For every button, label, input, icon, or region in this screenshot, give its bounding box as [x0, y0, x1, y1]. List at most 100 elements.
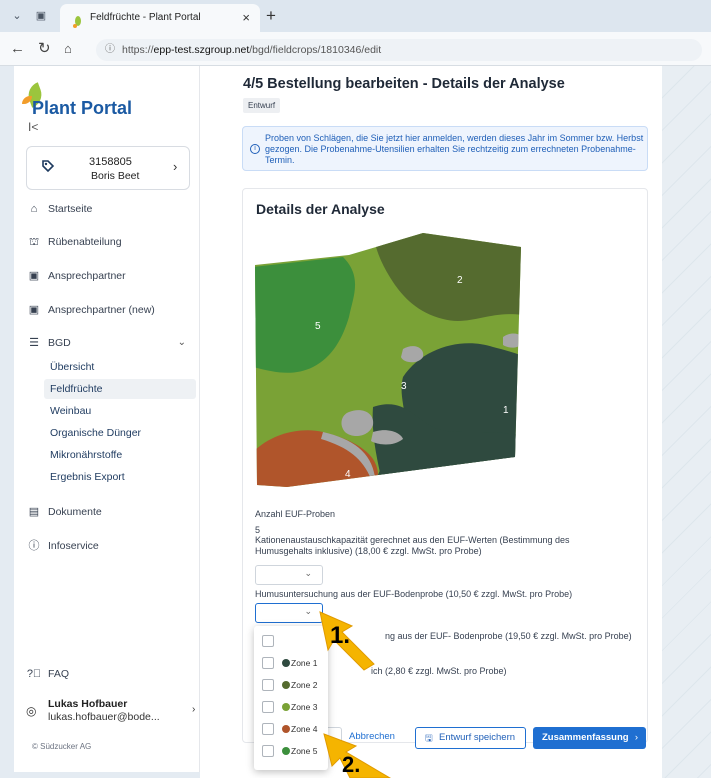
sidebar-item-ansprechpartner[interactable]: ▣ Ansprechpartner [26, 265, 196, 287]
humus-label: Humusuntersuchung aus der EUF-Bodenprobe… [255, 589, 573, 599]
dropdown-option-zone-2[interactable]: Zone 2 [262, 678, 326, 696]
chevron-right-icon: › [173, 159, 178, 174]
option-label: Zone 5 [291, 746, 318, 756]
info-banner: i Proben von Schlägen, die Sie jetzt hie… [242, 126, 648, 171]
sidebar-item-ansprechpartner-new[interactable]: ▣ Ansprechpartner (new) [26, 299, 196, 321]
plant-favicon-icon [72, 12, 84, 28]
chevron-right-icon: › [634, 732, 638, 743]
sidebar-sub-mikronaehrstoffe[interactable]: Mikronährstoffe [44, 445, 194, 465]
browser-tab[interactable]: Feldfrüchte - Plant Portal × [60, 4, 260, 32]
zone-label-4: 4 [345, 469, 351, 480]
url-path: /bgd/fieldcrops/1810346/edit [249, 44, 382, 56]
sidebar-item-faq[interactable]: ?⃝ FAQ [26, 663, 196, 685]
sidebar-sub-organische-duenger[interactable]: Organische Dünger [44, 423, 194, 443]
third-analysis-label: ng aus der EUF- Bodenprobe (19,50 € zzgl… [385, 631, 632, 641]
database-icon: ☰ [29, 337, 39, 349]
option-label: Zone 3 [291, 702, 318, 712]
sidebar-item-label: FAQ [48, 668, 70, 680]
new-tab-icon[interactable]: + [266, 4, 276, 28]
zone-color-dot [282, 747, 290, 755]
document-icon: ▤ [28, 506, 40, 518]
sidebar-sub-ergebnis-export[interactable]: Ergebnis Export [44, 467, 194, 487]
reload-icon[interactable]: ↻ [38, 39, 51, 59]
gray-patch [503, 333, 521, 348]
back-icon[interactable]: ← [10, 39, 25, 59]
tag-icon [41, 159, 55, 176]
contact-icon: ▣ [28, 304, 40, 316]
anzahl-label: Anzahl EUF-Proben [255, 509, 336, 519]
kak-label: Kationenaustauschkapazität gerechnet aus… [255, 535, 570, 556]
home-browser-icon[interactable]: ⌂ [64, 39, 72, 59]
address-bar[interactable]: ⓘ https://epp-test.szgroup.net/bgd/field… [96, 39, 702, 61]
zone-label-2: 2 [457, 275, 463, 286]
contact-icon: ▣ [28, 270, 40, 282]
checkbox[interactable] [262, 745, 274, 757]
zone-label-1: 1 [503, 405, 509, 416]
page-title: 4/5 Bestellung bearbeiten - Details der … [243, 76, 565, 92]
workspaces-icon[interactable]: ▣ [30, 6, 52, 26]
annotation-step-2: 2. [342, 752, 361, 777]
checkbox[interactable] [262, 679, 274, 691]
user-icon: ◎ [26, 704, 37, 718]
summary-label: Zusammenfassung [542, 732, 629, 743]
annotation-step-1: 1. [330, 622, 351, 649]
chevron-right-icon: › [192, 704, 196, 715]
page-background [662, 66, 711, 778]
option-label: Zone 4 [291, 724, 318, 734]
tab-list-icon[interactable]: ⌄ [6, 6, 28, 26]
sidebar-item-label: Dokumente [48, 506, 102, 518]
sidebar-item-bgd[interactable]: ☰ BGD ⌄ [26, 332, 196, 354]
account-name: Boris Beet [91, 170, 140, 182]
checkbox[interactable] [262, 701, 274, 713]
checkbox[interactable] [262, 723, 274, 735]
summary-button[interactable]: Zusammenfassung › [533, 727, 646, 749]
sidebar-item-label: BGD [48, 337, 71, 349]
sidebar-item-label: Ansprechpartner [48, 270, 126, 282]
dropdown-option-zone-3[interactable]: Zone 3 [262, 700, 326, 718]
sidebar-item-label: Infoservice [48, 540, 99, 552]
chevron-down-icon: ⌄ [304, 606, 312, 616]
info-text: Proben von Schlägen, die Sie jetzt hier … [265, 133, 644, 165]
dropdown-option-zone-5[interactable]: Zone 5 [262, 744, 326, 762]
chevron-down-icon: ⌄ [304, 568, 312, 578]
info-lock-icon: ⓘ [105, 44, 115, 55]
kak-zone-select[interactable]: ⌄ [255, 565, 323, 585]
plant-portal-logo[interactable]: Plant Portal [22, 82, 176, 124]
status-badge: Entwurf [243, 98, 281, 113]
zone-label-5: 5 [315, 321, 321, 332]
sidebar-item-infoservice[interactable]: ⓘ Infoservice [26, 535, 196, 557]
sidebar-sub-uebersicht[interactable]: Übersicht [44, 357, 194, 377]
zone-color-dot [282, 659, 290, 667]
sidebar-item-startseite[interactable]: ⌂ Startseite [26, 198, 196, 220]
user-menu[interactable]: ◎ Lukas Hofbauer lukas.hofbauer@bode... … [26, 698, 196, 728]
sidebar-item-label: Startseite [48, 203, 93, 215]
save-draft-button[interactable]: 🖫 Entwurf speichern [415, 727, 526, 749]
url-prefix: https:// [122, 44, 154, 56]
annotation-arrow-2 [323, 733, 391, 778]
copyright: © Südzucker AG [32, 742, 92, 751]
zone-color-dot [282, 681, 290, 689]
url-host: epp-test.szgroup.net [153, 44, 250, 56]
collapse-sidebar-icon[interactable]: I< [28, 120, 38, 134]
card-title: Details der Analyse [256, 201, 385, 217]
close-tab-icon[interactable]: × [242, 4, 250, 32]
account-selector[interactable]: 3158805 Boris Beet › [26, 146, 190, 190]
account-number: 3158805 [89, 156, 132, 168]
fourth-analysis-label: ich (2,80 € zzgl. MwSt. pro Probe) [371, 666, 507, 676]
home-icon: ⌂ [30, 203, 38, 215]
sidebar-item-ruebenabteilung[interactable]: ⛫ Rübenabteilung [26, 231, 196, 253]
user-email: lukas.hofbauer@bode... [48, 711, 160, 723]
sidebar-item-dokumente[interactable]: ▤ Dokumente [26, 501, 196, 523]
dropdown-option-zone-4[interactable]: Zone 4 [262, 722, 326, 740]
gray-patch [401, 346, 424, 363]
sidebar-item-label: Rübenabteilung [48, 236, 122, 248]
farm-icon: ⛫ [28, 236, 40, 248]
info-icon: ⓘ [28, 540, 40, 552]
info-icon: i [250, 144, 260, 154]
checkbox[interactable] [262, 635, 274, 647]
sidebar-sub-weinbau[interactable]: Weinbau [44, 401, 194, 421]
chevron-down-icon: ⌄ [177, 337, 186, 348]
zone-label-3: 3 [401, 381, 407, 392]
sidebar-sub-feldfruechte[interactable]: Feldfrüchte [44, 379, 196, 399]
checkbox[interactable] [262, 657, 274, 669]
